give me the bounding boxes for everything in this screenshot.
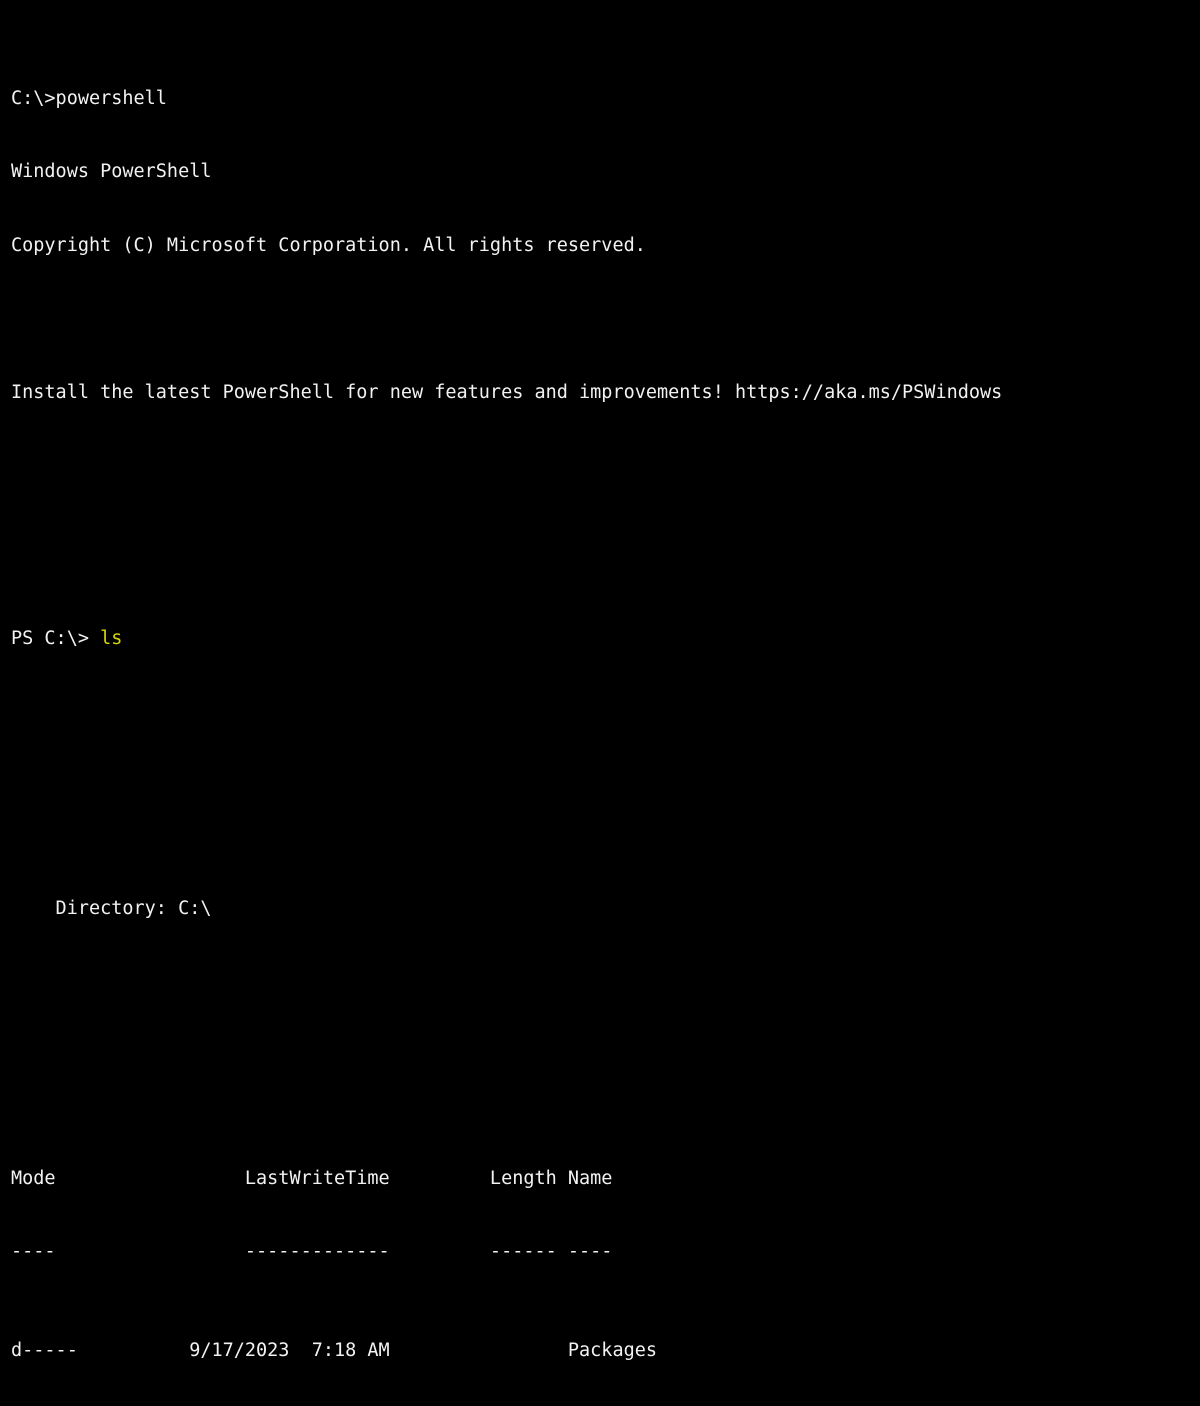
cmd-shell-invocation-line: C:\>powershell: [11, 87, 167, 109]
table-row: d----- 9/17/2023 7:18 AM Packages: [11, 1339, 658, 1361]
prompt-string: PS C:\>: [11, 627, 101, 649]
command-prompt-line[interactable]: PS C:\> ls: [11, 627, 1200, 652]
powershell-banner-title: Windows PowerShell: [11, 161, 212, 183]
powershell-banner-copyright: Copyright (C) Microsoft Corporation. All…: [11, 234, 646, 256]
directory-header: Directory: C:\: [11, 897, 212, 919]
command-text-ls[interactable]: ls: [100, 628, 122, 649]
table-header-row: Mode LastWriteTime Length Name: [11, 1167, 613, 1189]
table-header-separator: ---- ------------- ------ ----: [11, 1241, 613, 1263]
powershell-terminal[interactable]: C:\>powershell Windows PowerShell Copyri…: [0, 0, 1200, 1361]
terminal-screen[interactable]: C:\>powershell Windows PowerShell Copyri…: [11, 13, 1200, 1361]
powershell-upgrade-notice: Install the latest PowerShell for new fe…: [11, 382, 1003, 404]
